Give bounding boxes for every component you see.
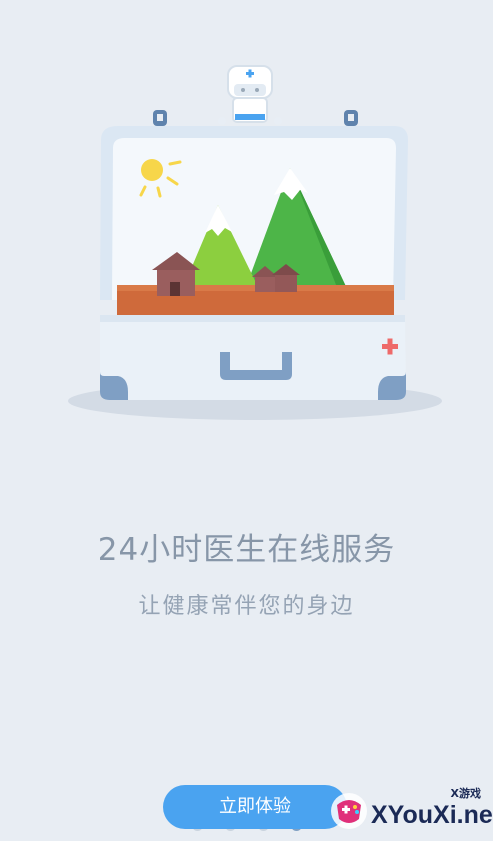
page-title: 24小时医生在线服务 [97, 532, 396, 568]
medical-kit-illustration [68, 65, 442, 420]
watermark-brand: XYouXi.net [371, 801, 493, 829]
watermark: XYouXi.net X游戏 [319, 785, 493, 835]
page-subtitle: 让健康常伴您的身边 [138, 594, 355, 619]
watermark-tag: X游戏 [450, 787, 481, 800]
gamepad-logo-icon [331, 793, 367, 829]
robot-icon [218, 65, 282, 125]
